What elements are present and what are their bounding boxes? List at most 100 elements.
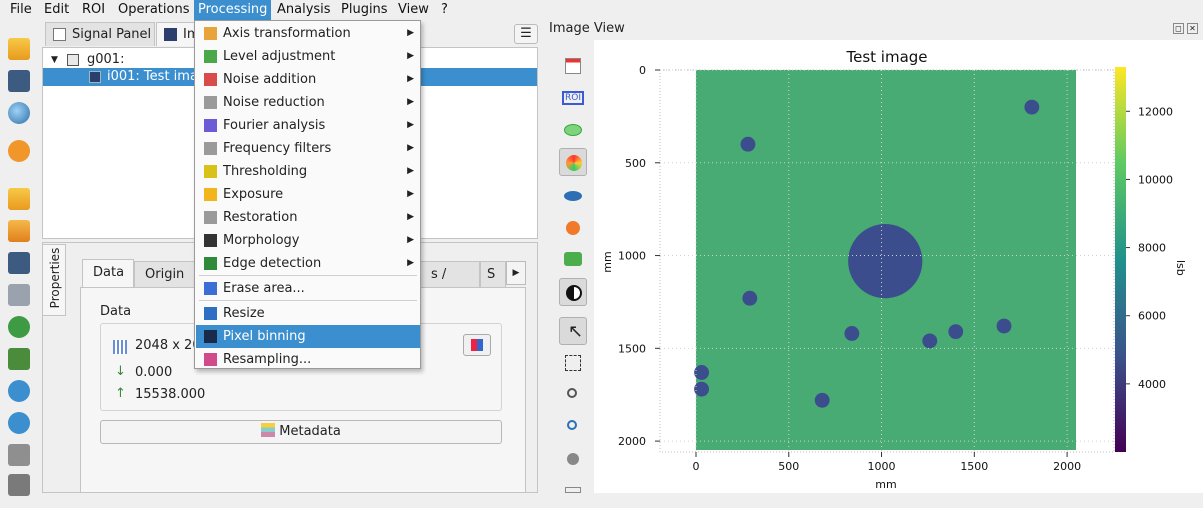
tab-data[interactable]: Data bbox=[82, 259, 134, 287]
menu-item-edge-detection[interactable]: Edge detection ▶ bbox=[196, 252, 420, 275]
menu-plugins[interactable]: Plugins bbox=[337, 0, 392, 20]
menu-item-restoration[interactable]: Restoration ▶ bbox=[196, 206, 420, 229]
level-icon bbox=[204, 50, 217, 63]
comment-tool-icon[interactable] bbox=[559, 246, 587, 274]
min-value-icon: ↓ bbox=[115, 364, 126, 379]
duplicate-icon[interactable] bbox=[8, 284, 30, 306]
properties-side-tab[interactable]: Properties bbox=[42, 244, 66, 316]
menu-separator bbox=[199, 275, 417, 276]
menu-file[interactable]: File bbox=[6, 0, 36, 20]
image-spot bbox=[948, 324, 964, 340]
settings-tool-icon[interactable] bbox=[559, 445, 587, 473]
menu-roi[interactable]: ROI bbox=[78, 0, 109, 20]
menu-help[interactable]: ? bbox=[437, 0, 452, 20]
move-up-icon[interactable] bbox=[8, 380, 30, 402]
tab-signal-label: Signal Panel bbox=[72, 27, 152, 42]
menu-item-fourier-analysis[interactable]: Fourier analysis ▶ bbox=[196, 114, 420, 137]
import-icon[interactable] bbox=[8, 348, 30, 370]
menu-item-erase-area[interactable]: Erase area... bbox=[196, 277, 420, 300]
plot-area[interactable]: Test image 0 0 500 500 1000 1000 1500 1500 2000 2… bbox=[594, 40, 1203, 493]
menu-item-resize[interactable]: Resize bbox=[196, 302, 420, 325]
tab-units[interactable]: s / Units bbox=[420, 261, 480, 308]
restoration-icon bbox=[204, 211, 217, 224]
save-as-icon[interactable] bbox=[8, 252, 30, 274]
roi-tool-icon[interactable]: ROI bbox=[559, 84, 587, 112]
submenu-arrow-icon: ▶ bbox=[407, 258, 414, 268]
menu-view[interactable]: View bbox=[394, 0, 433, 20]
image-spot bbox=[742, 290, 758, 306]
menu-item-label: Resize bbox=[223, 306, 265, 321]
menu-processing[interactable]: Processing bbox=[194, 0, 272, 20]
submenu-arrow-icon: ▶ bbox=[407, 235, 414, 245]
colorbar-tick-label: 8000 bbox=[1138, 242, 1166, 255]
noise-add-icon bbox=[204, 73, 217, 86]
menu-item-thresholding[interactable]: Thresholding ▶ bbox=[196, 160, 420, 183]
tab-scroll-right-icon[interactable]: ▶ bbox=[506, 261, 526, 285]
x-tick-label: 1000 bbox=[868, 460, 896, 473]
tab-origin[interactable]: Origin / bbox=[134, 261, 196, 308]
menu-item-resampling[interactable]: Resampling... bbox=[196, 348, 420, 371]
select-rect-tool-icon[interactable] bbox=[559, 349, 587, 377]
menu-item-frequency-filters[interactable]: Frequency filters ▶ bbox=[196, 137, 420, 160]
color-tool-icon[interactable] bbox=[559, 148, 587, 176]
menu-item-axis-transformation[interactable]: Axis transformation ▶ bbox=[196, 22, 420, 45]
menu-item-morphology[interactable]: Morphology ▶ bbox=[196, 229, 420, 252]
submenu-arrow-icon: ▶ bbox=[407, 120, 414, 130]
pointer-tool-icon[interactable]: ↖ bbox=[559, 317, 587, 345]
menu-operations[interactable]: Operations bbox=[114, 0, 193, 20]
calendar-tool-icon[interactable] bbox=[559, 52, 587, 80]
edit-data-button[interactable] bbox=[463, 334, 491, 356]
y-tick-label: 500 bbox=[625, 157, 646, 170]
menu-analysis[interactable]: Analysis bbox=[273, 0, 335, 20]
menu-item-label: Restoration bbox=[223, 210, 298, 225]
open-signal-icon[interactable] bbox=[8, 38, 30, 60]
annotation-tool-icon[interactable] bbox=[559, 118, 587, 146]
collapse-arrow-icon[interactable]: ▼ bbox=[51, 51, 58, 69]
copy-icon[interactable] bbox=[8, 444, 30, 466]
menu-item-pixel-binning[interactable]: Pixel binning bbox=[196, 325, 420, 348]
menu-item-exposure[interactable]: Exposure ▶ bbox=[196, 183, 420, 206]
tab-signal-panel[interactable]: Signal Panel bbox=[45, 22, 155, 46]
zoom-fit-tool-icon[interactable] bbox=[559, 413, 587, 441]
submenu-arrow-icon: ▶ bbox=[407, 189, 414, 199]
search-icon[interactable] bbox=[8, 102, 30, 124]
colorbar-tick-label: 12000 bbox=[1138, 105, 1173, 118]
exposure-icon bbox=[204, 188, 217, 201]
menu-item-level-adjustment[interactable]: Level adjustment ▶ bbox=[196, 45, 420, 68]
tab-image-panel[interactable]: Im bbox=[156, 22, 200, 46]
menu-item-noise-reduction[interactable]: Noise reduction ▶ bbox=[196, 91, 420, 114]
y-tick-label: 1000 bbox=[618, 250, 646, 263]
metadata-icon bbox=[261, 423, 276, 437]
refresh-icon[interactable] bbox=[8, 316, 30, 338]
panel-menu-icon[interactable]: ☰ bbox=[514, 24, 538, 44]
image-spot bbox=[922, 333, 938, 349]
open-folder-icon[interactable] bbox=[8, 188, 30, 210]
x-tick-label: 500 bbox=[778, 460, 799, 473]
tab-more[interactable]: S bbox=[480, 261, 506, 287]
menu-item-label: Exposure bbox=[223, 187, 284, 202]
colorbar-tick-label: 10000 bbox=[1138, 173, 1173, 186]
settings-icon[interactable] bbox=[8, 140, 30, 162]
menu-edit[interactable]: Edit bbox=[40, 0, 73, 20]
zoom-tool-icon[interactable] bbox=[559, 381, 587, 409]
heatmap-svg[interactable]: Test image 0 0 500 500 1000 1000 1500 1500 2000 2… bbox=[594, 40, 1203, 493]
close-panel-icon[interactable]: ✕ bbox=[1187, 23, 1198, 34]
palette-icon bbox=[471, 339, 483, 351]
rotate-tool-icon[interactable] bbox=[559, 214, 587, 242]
processing-menu: Axis transformation ▶ Level adjustment ▶ Noi… bbox=[194, 20, 421, 369]
resize-icon bbox=[204, 307, 217, 320]
morphology-icon bbox=[204, 234, 217, 247]
menu-item-label: Fourier analysis bbox=[223, 118, 326, 133]
threshold-icon bbox=[204, 165, 217, 178]
grid-tool-icon[interactable] bbox=[559, 480, 587, 508]
float-panel-icon[interactable]: ◻ bbox=[1173, 23, 1184, 34]
signal-panel-icon bbox=[53, 28, 66, 41]
menu-item-noise-addition[interactable]: Noise addition ▶ bbox=[196, 68, 420, 91]
contrast-tool-icon[interactable] bbox=[559, 278, 587, 306]
save-icon[interactable] bbox=[8, 70, 30, 92]
image-spot bbox=[996, 318, 1012, 334]
eye-tool-icon[interactable] bbox=[559, 182, 587, 210]
move-down-icon[interactable] bbox=[8, 412, 30, 434]
metadata-button[interactable]: Metadata bbox=[100, 420, 502, 444]
upload-icon[interactable] bbox=[8, 220, 30, 242]
